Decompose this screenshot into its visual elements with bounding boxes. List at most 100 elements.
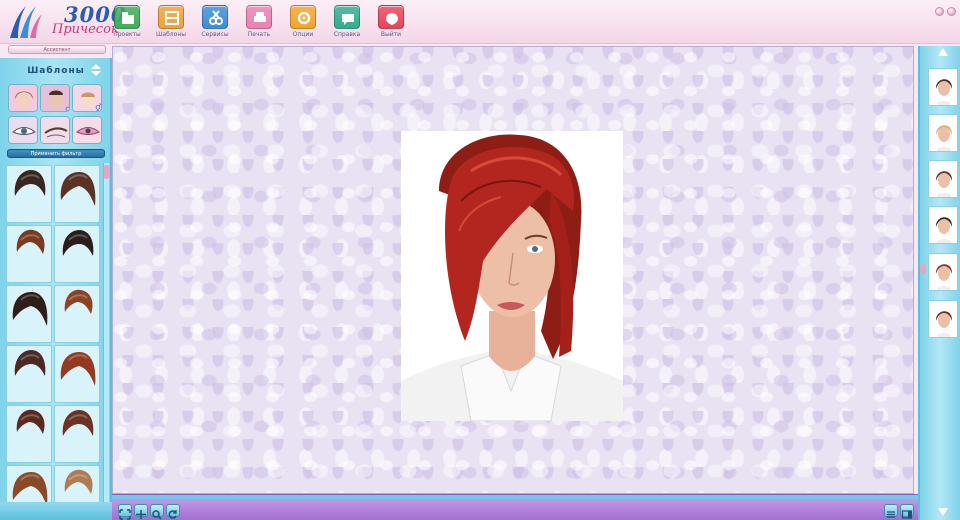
category-male-face[interactable]: ♂ bbox=[40, 84, 70, 112]
hairstyle-thumbnail[interactable] bbox=[54, 165, 100, 223]
hairstyle-thumbnail[interactable] bbox=[6, 165, 52, 223]
hairstyle-thumbnail[interactable] bbox=[54, 465, 100, 503]
toolbar-projects-button[interactable]: Проекты bbox=[107, 5, 147, 43]
services-icon bbox=[202, 5, 228, 29]
hairstyle-thumbnail[interactable] bbox=[6, 465, 52, 506]
hairstyle-thumbnail[interactable] bbox=[6, 285, 52, 343]
panel-handle[interactable] bbox=[920, 264, 926, 274]
left-panel-footer bbox=[0, 502, 112, 520]
rotate-tool-button[interactable] bbox=[166, 504, 180, 519]
face-thumbnail-icon bbox=[929, 254, 957, 290]
toolbar-exit-button[interactable]: Выйти bbox=[371, 5, 411, 43]
toolbar-templates-button[interactable]: Шаблоны bbox=[151, 5, 191, 43]
hairstyle-thumbnail[interactable] bbox=[54, 285, 100, 343]
applied-hairstyle-thumbnail[interactable] bbox=[928, 300, 958, 338]
category-child-face[interactable]: ⚥ bbox=[72, 84, 102, 112]
fit-screen-button[interactable] bbox=[118, 504, 132, 520]
applied-hairstyle-thumbnail[interactable] bbox=[928, 253, 958, 291]
toolbar-label: Выйти bbox=[380, 31, 402, 38]
scrollbar-thumb[interactable] bbox=[104, 165, 109, 179]
scroll-up-icon[interactable] bbox=[938, 48, 948, 56]
panel-scroll-icon[interactable] bbox=[91, 64, 101, 76]
list-view-button[interactable] bbox=[884, 504, 898, 518]
app-logo: 3000 Причесок bbox=[4, 2, 125, 42]
hair-icon bbox=[60, 352, 96, 386]
svg-text:♂: ♂ bbox=[65, 104, 70, 112]
move-tool-button[interactable] bbox=[134, 504, 148, 519]
portrait-image bbox=[401, 131, 623, 421]
panel-toggle-button[interactable] bbox=[900, 504, 914, 519]
hair-icon bbox=[64, 289, 93, 314]
history-panel bbox=[918, 46, 960, 520]
male-face-icon: ♂ bbox=[41, 85, 70, 112]
hairstyle-thumbnail[interactable] bbox=[6, 225, 52, 283]
hair-icon bbox=[12, 292, 48, 326]
assistant-button[interactable]: Ассистент bbox=[8, 45, 106, 54]
close-button[interactable] bbox=[947, 7, 956, 16]
toolbar-label: Печать bbox=[247, 31, 271, 38]
face-thumbnail-icon bbox=[929, 301, 957, 337]
hair-grid-scrollbar[interactable] bbox=[103, 163, 109, 502]
zoom-icon bbox=[152, 510, 162, 520]
exit-icon bbox=[378, 5, 404, 29]
category-eyes[interactable] bbox=[8, 116, 38, 144]
toolbar-print-button[interactable]: Печать bbox=[239, 5, 279, 43]
minimize-button[interactable] bbox=[935, 7, 944, 16]
hair-icon bbox=[14, 170, 46, 196]
applied-hairstyle-thumbnail[interactable] bbox=[928, 68, 958, 106]
face-thumbnail-icon bbox=[929, 207, 957, 243]
logo-mark-icon bbox=[10, 6, 42, 38]
portrait-photo[interactable] bbox=[401, 131, 623, 421]
fit-screen-icon bbox=[119, 509, 131, 520]
toolbar-services-button[interactable]: Сервисы bbox=[195, 5, 235, 43]
zoom-tool-button[interactable] bbox=[150, 504, 164, 520]
applied-hairstyle-thumbnail[interactable] bbox=[928, 206, 958, 244]
projects-icon bbox=[114, 5, 140, 29]
toolbar-label: Сервисы bbox=[201, 31, 229, 38]
scroll-down-icon[interactable] bbox=[938, 508, 948, 516]
toolbar-label: Справка bbox=[333, 31, 361, 38]
apply-filter-button[interactable]: Применить фильтр bbox=[7, 149, 105, 158]
hair-icon bbox=[62, 230, 94, 256]
makeup-eye-icon bbox=[73, 117, 101, 143]
category-female-face[interactable] bbox=[8, 84, 38, 112]
options-icon bbox=[290, 5, 316, 29]
hair-icon bbox=[16, 229, 45, 254]
applied-hairstyle-thumbnail[interactable] bbox=[928, 160, 958, 198]
eyebrow-icon bbox=[41, 117, 69, 143]
eye-icon bbox=[9, 117, 37, 143]
svg-text:⚥: ⚥ bbox=[95, 103, 102, 112]
face-thumbnail-icon bbox=[929, 115, 957, 151]
hair-icon bbox=[60, 172, 96, 206]
category-lips[interactable] bbox=[72, 116, 102, 144]
panel-icon bbox=[901, 510, 913, 519]
face-thumbnail-icon bbox=[929, 69, 957, 105]
hair-icon bbox=[14, 350, 46, 376]
category-eyebrows[interactable] bbox=[40, 116, 70, 144]
hairstyle-thumbnail[interactable] bbox=[54, 405, 100, 463]
hairstyle-thumbnail[interactable] bbox=[6, 405, 52, 463]
toolbar-help-button[interactable]: Справка bbox=[327, 5, 367, 43]
female-face-icon bbox=[9, 85, 37, 111]
workspace-canvas[interactable] bbox=[112, 46, 914, 494]
toolbar-label: Шаблоны bbox=[156, 31, 186, 38]
hair-icon bbox=[16, 409, 45, 434]
rotate-icon bbox=[168, 510, 177, 519]
child-face-icon: ⚥ bbox=[73, 85, 102, 112]
hairstyle-thumbnail[interactable] bbox=[54, 225, 100, 283]
toolbar-label: Проекты bbox=[113, 31, 141, 38]
toolbar-options-button[interactable]: Опции bbox=[283, 5, 323, 43]
applied-hairstyle-thumbnail[interactable] bbox=[928, 114, 958, 152]
toolbar-label: Опции bbox=[292, 31, 314, 38]
top-toolbar: 3000 Причесок Проекты Шаблоны Сервисы Печат… bbox=[0, 0, 960, 44]
face-thumbnail-icon bbox=[929, 161, 957, 197]
templates-panel: Шаблоны ♂ ⚥ bbox=[0, 58, 112, 506]
list-icon bbox=[887, 511, 895, 518]
hair-icon bbox=[62, 410, 94, 436]
help-icon bbox=[334, 5, 360, 29]
hairstyle-thumbnail[interactable] bbox=[6, 345, 52, 403]
hairstyle-thumbnail[interactable] bbox=[54, 345, 100, 403]
print-icon bbox=[246, 5, 272, 29]
templates-icon bbox=[158, 5, 184, 29]
move-icon bbox=[136, 510, 146, 519]
